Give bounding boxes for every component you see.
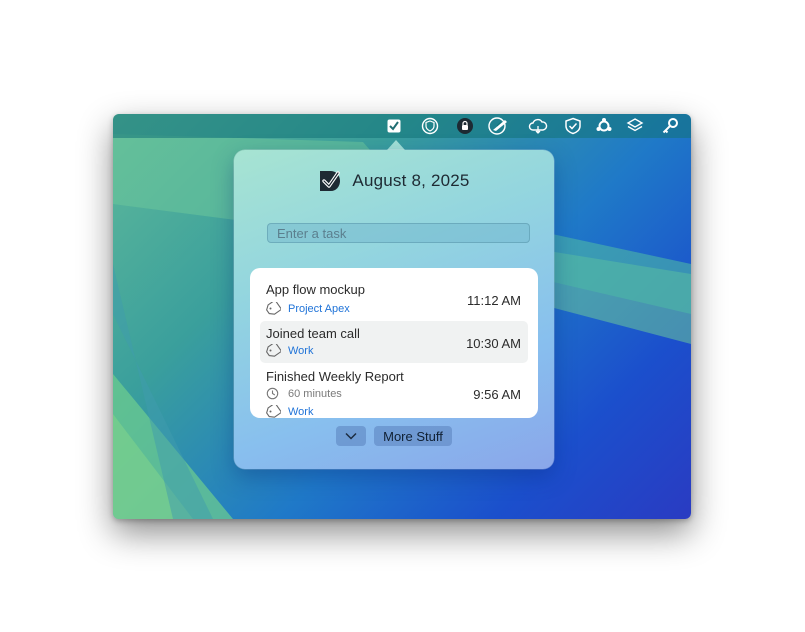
popover-date: August 8, 2025 (352, 171, 470, 190)
task-checkbox-icon[interactable] (385, 117, 403, 135)
tag-icon (266, 405, 281, 418)
task-tag[interactable]: Work (288, 406, 313, 418)
more-stuff-button[interactable]: More Stuff (374, 426, 452, 446)
clock-icon (266, 387, 279, 400)
popover-arrow (387, 140, 405, 150)
task-tag-line: Work (266, 344, 313, 357)
expand-button[interactable] (336, 426, 367, 446)
task-tag[interactable]: Work (288, 345, 313, 357)
desktop-window: August 8, 2025 App flow mockup Project A… (113, 114, 691, 519)
tag-icon (266, 344, 281, 357)
task-time: 9:56 AM (473, 387, 521, 402)
task-tag[interactable]: Project Apex (288, 303, 350, 315)
task-duration-line: 60 minutes (266, 387, 342, 400)
lock-icon[interactable] (456, 117, 474, 135)
cloud-sync-icon[interactable] (527, 117, 549, 135)
chevron-down-icon (345, 432, 357, 440)
task-row-selected[interactable]: Joined team call Work 10:30 AM (260, 321, 528, 363)
task-title: App flow mockup (266, 282, 365, 297)
key-icon[interactable] (661, 117, 679, 135)
menu-bar (113, 114, 691, 138)
task-row[interactable]: Finished Weekly Report 60 minutes Work 9… (260, 364, 528, 418)
popover-header: August 8, 2025 (234, 168, 554, 194)
task-tag-line: Work (266, 405, 313, 418)
network-hub-icon[interactable] (595, 117, 613, 135)
app-logo-icon (320, 171, 341, 191)
vpn-shield-icon[interactable] (421, 117, 439, 135)
task-title: Finished Weekly Report (266, 369, 404, 384)
task-list: App flow mockup Project Apex 11:12 AM Jo… (250, 268, 538, 418)
shield-check-icon[interactable] (564, 117, 582, 135)
task-tag-line: Project Apex (266, 302, 350, 315)
task-time: 10:30 AM (466, 336, 521, 351)
task-row[interactable]: App flow mockup Project Apex 11:12 AM (260, 276, 528, 320)
tag-icon (266, 302, 281, 315)
task-input[interactable] (267, 223, 530, 243)
task-time: 11:12 AM (467, 293, 521, 308)
popover-footer: More Stuff (234, 426, 554, 446)
task-popover: August 8, 2025 App flow mockup Project A… (234, 150, 554, 469)
task-title: Joined team call (266, 326, 360, 341)
layers-icon[interactable] (626, 117, 644, 135)
task-duration: 60 minutes (288, 387, 342, 400)
feather-pen-icon[interactable] (488, 117, 510, 135)
